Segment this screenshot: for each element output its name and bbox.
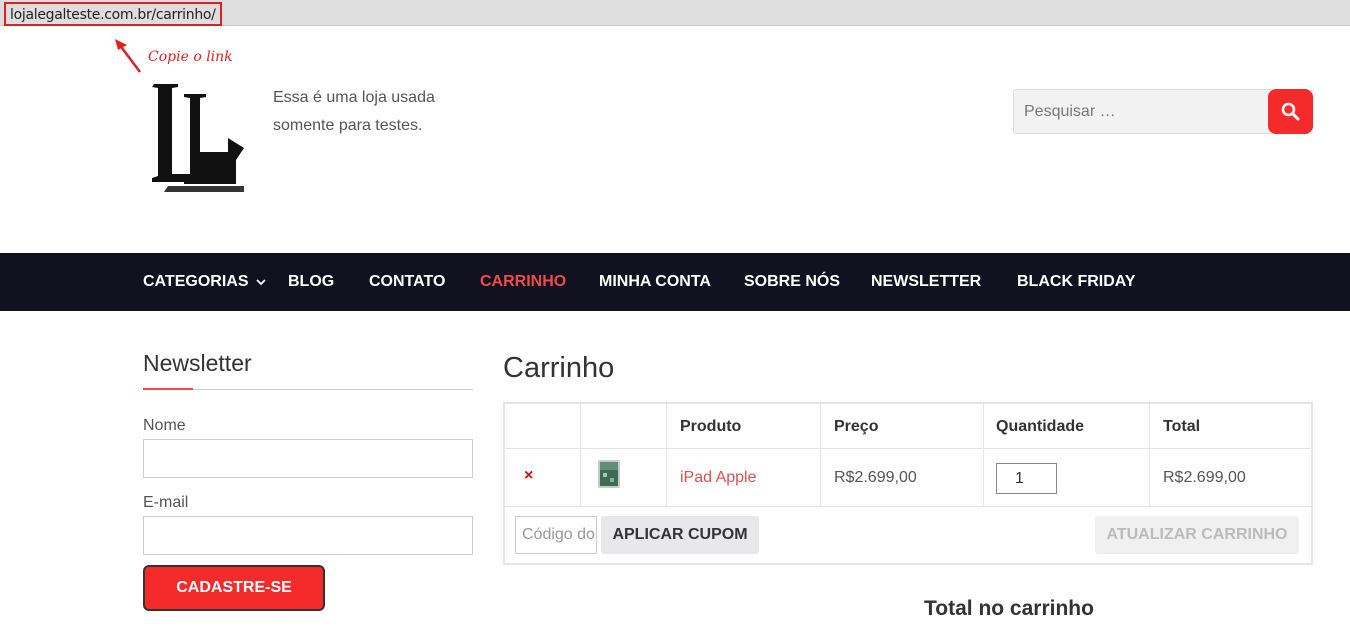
search-icon xyxy=(1281,102,1300,121)
nav-item-blog[interactable]: BLOG xyxy=(288,273,334,291)
newsletter-title: Newsletter xyxy=(143,350,252,376)
coupon-input[interactable] xyxy=(515,516,597,554)
search-input[interactable] xyxy=(1013,89,1273,134)
nav-item-minha-conta[interactable]: MINHA CONTA xyxy=(599,273,711,291)
email-label: E-mail xyxy=(143,494,189,511)
table-row-thumbnail-cell xyxy=(581,449,667,507)
table-row-remove-cell: × xyxy=(505,449,581,507)
annotation-text: Copie o link xyxy=(148,49,233,65)
name-field[interactable] xyxy=(143,439,473,478)
product-link[interactable]: iPad Apple xyxy=(680,469,757,486)
table-row-quantity-cell xyxy=(984,449,1150,507)
cart-totals-title: Total no carrinho xyxy=(924,597,1094,620)
site-logo[interactable] xyxy=(148,82,252,194)
header-quantity: Quantidade xyxy=(984,404,1150,449)
apply-coupon-button[interactable]: APLICAR CUPOM xyxy=(601,516,759,554)
header-cell-thumbnail xyxy=(581,404,667,449)
chevron-down-icon xyxy=(256,279,267,286)
table-row-product-cell: iPad Apple xyxy=(667,449,821,507)
nav-item-contato[interactable]: CONTATO xyxy=(369,273,445,291)
nav-item-sobre-nos[interactable]: SOBRE NÓS xyxy=(744,273,840,291)
site-tagline: Essa é uma loja usada somente para teste… xyxy=(273,84,473,140)
tagline-line-2: somente para testes. xyxy=(273,117,423,134)
header-cell-remove xyxy=(505,404,581,449)
remove-item-button[interactable]: × xyxy=(524,467,533,484)
quantity-input[interactable] xyxy=(996,463,1057,494)
nav-item-newsletter[interactable]: NEWSLETTER xyxy=(871,273,981,291)
nav-item-categorias[interactable]: CATEGORIAS xyxy=(143,273,267,291)
search-form xyxy=(1013,89,1313,134)
header-price: Preço xyxy=(821,404,984,449)
header-product: Produto xyxy=(667,404,821,449)
main-navigation: CATEGORIAS BLOG CONTATO CARRINHO MINHA C… xyxy=(0,253,1350,311)
header-total: Total xyxy=(1150,404,1311,449)
nav-item-label: CATEGORIAS xyxy=(143,273,249,290)
nav-item-carrinho[interactable]: CARRINHO xyxy=(480,273,566,291)
annotation-arrow-icon xyxy=(115,39,141,73)
search-button[interactable] xyxy=(1268,89,1313,134)
page-title: Carrinho xyxy=(503,352,615,384)
nav-item-black-friday[interactable]: BLACK FRIDAY xyxy=(1017,273,1136,291)
tagline-line-1: Essa é uma loja usada xyxy=(273,89,435,106)
browser-address-bar[interactable]: lojalegalteste.com.br/carrinho/ xyxy=(0,0,1350,26)
name-label: Nome xyxy=(143,417,186,434)
url-text[interactable]: lojalegalteste.com.br/carrinho/ xyxy=(4,2,222,26)
table-row-price: R$2.699,00 xyxy=(821,449,984,507)
email-field[interactable] xyxy=(143,516,473,555)
newsletter-divider-accent xyxy=(143,388,193,390)
subscribe-button[interactable]: CADASTRE-SE xyxy=(143,565,325,611)
ipad-thumbnail[interactable] xyxy=(597,459,621,489)
update-cart-button[interactable]: ATUALIZAR CARRINHO xyxy=(1095,516,1299,554)
table-row-total: R$2.699,00 xyxy=(1150,449,1311,507)
